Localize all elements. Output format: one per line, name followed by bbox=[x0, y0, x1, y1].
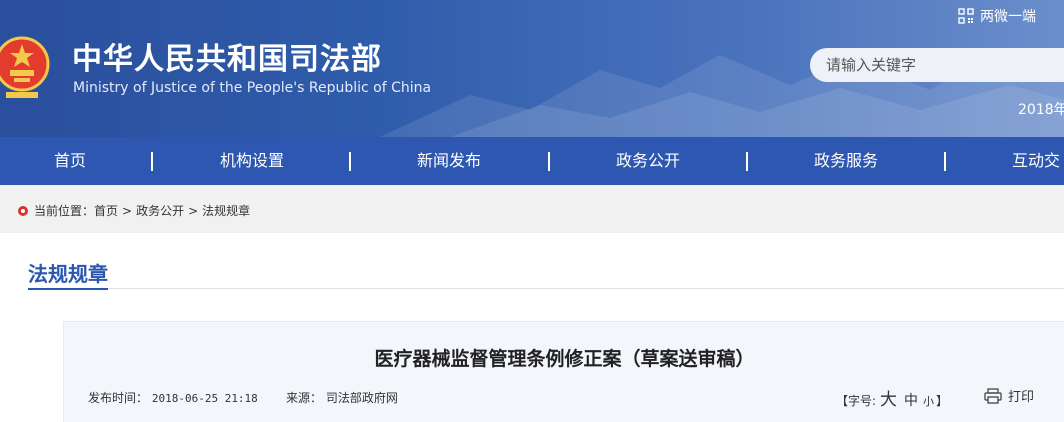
site-subtitle: Ministry of Justice of the People's Repu… bbox=[73, 80, 432, 96]
breadcrumb-separator: > bbox=[122, 203, 133, 218]
nav-separator bbox=[944, 152, 946, 171]
publish-time: 发布时间： 2018-06-25 21:18 bbox=[88, 389, 258, 406]
location-pin-icon bbox=[18, 205, 28, 216]
font-small-button[interactable]: 小 bbox=[923, 393, 934, 409]
nav-separator bbox=[151, 152, 153, 171]
article-title: 医疗器械监督管理条例修正案（草案送审稿） bbox=[374, 348, 755, 370]
nav-separator bbox=[746, 152, 748, 171]
breadcrumb-bar: 当前位置： 首页 > 政务公开 > 法规规章 bbox=[0, 185, 1064, 233]
nav-item-services[interactable]: 政务服务 bbox=[814, 137, 878, 185]
search-input[interactable] bbox=[810, 48, 1064, 82]
nav-separator bbox=[548, 152, 550, 171]
font-large-button[interactable]: 大 bbox=[880, 385, 897, 410]
nav-item-interaction[interactable]: 互动交 bbox=[1012, 137, 1060, 185]
national-emblem-icon bbox=[0, 36, 50, 98]
font-size-close: 】 bbox=[936, 394, 949, 408]
nav-item-organization[interactable]: 机构设置 bbox=[220, 137, 284, 185]
article-card: 医疗器械监督管理条例修正案（草案送审稿） 发布时间： 2018-06-25 21… bbox=[63, 321, 1064, 422]
nav-item-news[interactable]: 新闻发布 bbox=[417, 137, 481, 185]
font-size-control: 【字号: 大 中 小 】 bbox=[836, 385, 948, 410]
two-micro-one-end-link[interactable]: 两微一端 bbox=[958, 6, 1036, 26]
section-divider bbox=[108, 288, 1064, 289]
font-size-label: 【字号: bbox=[836, 394, 877, 408]
section-underline bbox=[28, 288, 108, 290]
article-source: 来源： 司法部政府网 bbox=[286, 389, 398, 406]
breadcrumb-regulations[interactable]: 法规规章 bbox=[202, 202, 250, 219]
nav-item-home[interactable]: 首页 bbox=[54, 137, 86, 185]
main-nav: 首页 机构设置 新闻发布 政务公开 政务服务 互动交 bbox=[0, 137, 1064, 185]
source-label: 来源： bbox=[286, 391, 323, 405]
print-button[interactable]: 打印 bbox=[984, 386, 1034, 405]
breadcrumb: 当前位置： 首页 > 政务公开 > 法规规章 bbox=[17, 202, 250, 219]
font-medium-button[interactable]: 中 bbox=[904, 390, 918, 410]
qr-code-icon bbox=[958, 8, 974, 24]
breadcrumb-prefix: 当前位置： bbox=[34, 204, 95, 218]
source-value: 司法部政府网 bbox=[325, 391, 398, 405]
date-text: 2018年 bbox=[1018, 102, 1064, 118]
nav-item-government-affairs[interactable]: 政务公开 bbox=[616, 137, 680, 185]
site-title: 中华人民共和国司法部 bbox=[72, 42, 382, 77]
nav-separator bbox=[349, 152, 351, 171]
breadcrumb-separator: > bbox=[188, 203, 199, 218]
top-link-label: 两微一端 bbox=[980, 9, 1036, 25]
section-title: 法规规章 bbox=[28, 262, 108, 286]
header-banner: 中华人民共和国司法部 Ministry of Justice of the Pe… bbox=[0, 0, 1064, 137]
publish-time-label: 发布时间： bbox=[88, 391, 149, 405]
printer-icon bbox=[984, 387, 1002, 404]
breadcrumb-government-affairs[interactable]: 政务公开 bbox=[136, 202, 184, 219]
publish-time-value: 2018-06-25 21:18 bbox=[151, 392, 258, 405]
breadcrumb-home[interactable]: 首页 bbox=[94, 202, 118, 219]
print-label: 打印 bbox=[1008, 390, 1035, 405]
